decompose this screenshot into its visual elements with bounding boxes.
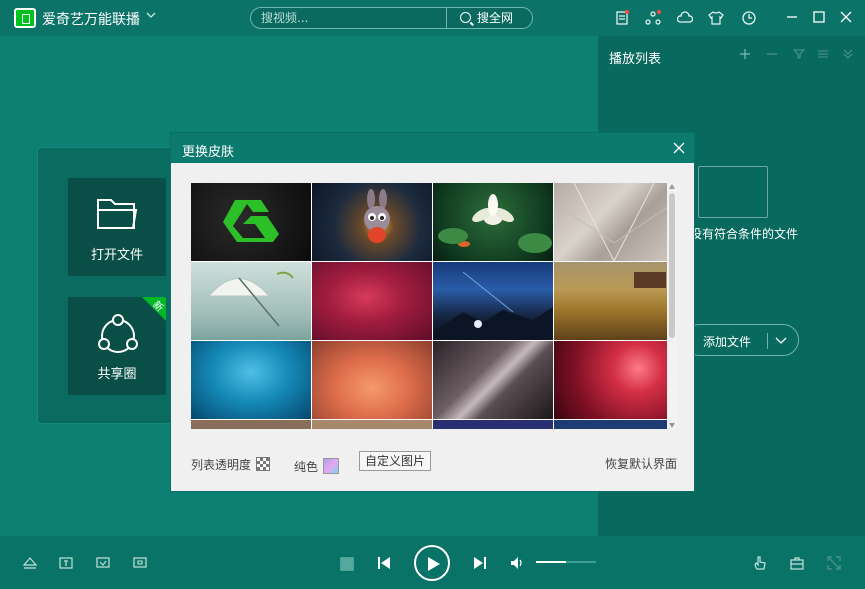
fullscreen-icon[interactable]: [826, 555, 842, 571]
skin-grid-scrollbar[interactable]: [667, 183, 677, 429]
toolbox-icon[interactable]: [789, 555, 805, 571]
volume-slider-fill: [536, 561, 566, 563]
next-icon[interactable]: [472, 555, 488, 571]
cloud-icon[interactable]: [677, 10, 693, 26]
custom-image-button[interactable]: 自定义图片: [359, 451, 432, 471]
share-circle-tile[interactable]: 新 共享圈: [67, 296, 167, 396]
search-all-button[interactable]: 搜全网: [446, 8, 533, 28]
change-skin-dialog: 更换皮肤 列表透明度 纯色 自定义图片 恢复默认界面: [170, 132, 695, 492]
previous-icon[interactable]: [376, 555, 392, 571]
solid-color-setting[interactable]: 纯色: [294, 455, 340, 475]
open-file-tile[interactable]: 打开文件: [67, 177, 167, 277]
dialog-header: 更换皮肤: [171, 133, 694, 163]
clock-icon[interactable]: [741, 10, 757, 26]
skin-thumb-peach-petals[interactable]: [312, 341, 432, 419]
player-control-bar: [0, 536, 865, 589]
volume-slider[interactable]: [536, 561, 596, 563]
search-icon: [460, 12, 471, 23]
doc-icon[interactable]: [614, 10, 630, 26]
search-box: 搜全网: [250, 7, 533, 29]
search-button-label: 搜全网: [477, 11, 514, 25]
volume-icon[interactable]: [509, 555, 525, 571]
add-file-button[interactable]: 添加文件: [684, 324, 799, 356]
dialog-footer: 列表透明度 纯色 自定义图片 恢复默认界面: [191, 451, 677, 475]
scroll-down-icon[interactable]: [669, 423, 675, 428]
subtitle-icon[interactable]: [58, 555, 74, 571]
skin-thumb-row4-2[interactable]: [312, 420, 432, 429]
skin-grid: [191, 183, 677, 429]
restore-default-link[interactable]: 恢复默认界面: [605, 455, 677, 472]
capture-icon[interactable]: [132, 555, 148, 571]
share-circle-icon: [98, 314, 138, 353]
dialog-title: 更换皮肤: [182, 145, 235, 160]
skin-thumb-row4-4[interactable]: [554, 420, 674, 429]
filter-icon[interactable]: [793, 48, 805, 60]
skin-thumb-leaf-macro[interactable]: [433, 341, 553, 419]
list-opacity-setting[interactable]: 列表透明度: [191, 455, 271, 473]
skin-thumb-umbrella[interactable]: [191, 262, 311, 340]
skin-thumb-row4-3[interactable]: [433, 420, 553, 429]
scroll-up-icon[interactable]: [669, 184, 675, 189]
collapse-icon[interactable]: [842, 48, 854, 60]
skin-thumb-lotus[interactable]: [433, 183, 553, 261]
share-icon[interactable]: [645, 10, 661, 26]
search-input[interactable]: [261, 10, 441, 26]
play-icon: [428, 557, 440, 571]
list-icon[interactable]: [817, 48, 829, 60]
add-file-label: 添加文件: [703, 335, 752, 349]
skin-thumb-red-bokeh[interactable]: [554, 341, 674, 419]
tshirt-icon[interactable]: [708, 10, 724, 26]
play-button[interactable]: [414, 545, 450, 581]
skin-thumb-crimson[interactable]: [312, 262, 432, 340]
empty-playlist-text: 没有符合条件的文件: [690, 227, 799, 241]
open-file-label: 打开文件: [90, 248, 143, 263]
plus-icon[interactable]: [739, 48, 751, 60]
stop-icon[interactable]: [339, 556, 355, 572]
solid-color-label: 纯色: [294, 460, 319, 474]
color-palette-icon[interactable]: [323, 458, 340, 474]
app-title[interactable]: 爱奇艺万能联播: [42, 9, 140, 29]
minimize-icon[interactable]: [785, 10, 799, 24]
list-opacity-label: 列表透明度: [191, 458, 252, 472]
skin-thumb-wheat-field[interactable]: [554, 262, 674, 340]
skin-thumb-gray-geometric[interactable]: [554, 183, 674, 261]
maximize-icon[interactable]: [812, 10, 826, 24]
eject-icon[interactable]: [22, 555, 38, 571]
folder-icon: [97, 199, 138, 229]
skin-thumb-iqiyi-logo[interactable]: [191, 183, 311, 261]
close-icon[interactable]: [672, 141, 686, 155]
screenshot-icon[interactable]: [95, 555, 111, 571]
transparency-icon[interactable]: [256, 457, 271, 471]
playlist-title: 播放列表: [609, 52, 662, 67]
minus-icon[interactable]: [766, 48, 778, 60]
skin-thumb-water-drop[interactable]: [191, 341, 311, 419]
scroll-thumb[interactable]: [669, 193, 675, 338]
touch-icon[interactable]: [752, 555, 768, 571]
chevron-down-icon[interactable]: [146, 10, 156, 20]
title-bar: 爱奇艺万能联播 搜全网: [0, 0, 865, 36]
share-circle-label: 共享圈: [97, 367, 137, 382]
app-logo-icon: [14, 8, 36, 28]
empty-folder-icon: [698, 166, 768, 218]
chevron-down-icon[interactable]: [773, 332, 789, 348]
close-icon[interactable]: [839, 10, 853, 24]
add-file-divider: [767, 333, 768, 349]
skin-thumb-rabbit[interactable]: [312, 183, 432, 261]
skin-thumb-starry-night[interactable]: [433, 262, 553, 340]
skin-thumb-row4-1[interactable]: [191, 420, 311, 429]
